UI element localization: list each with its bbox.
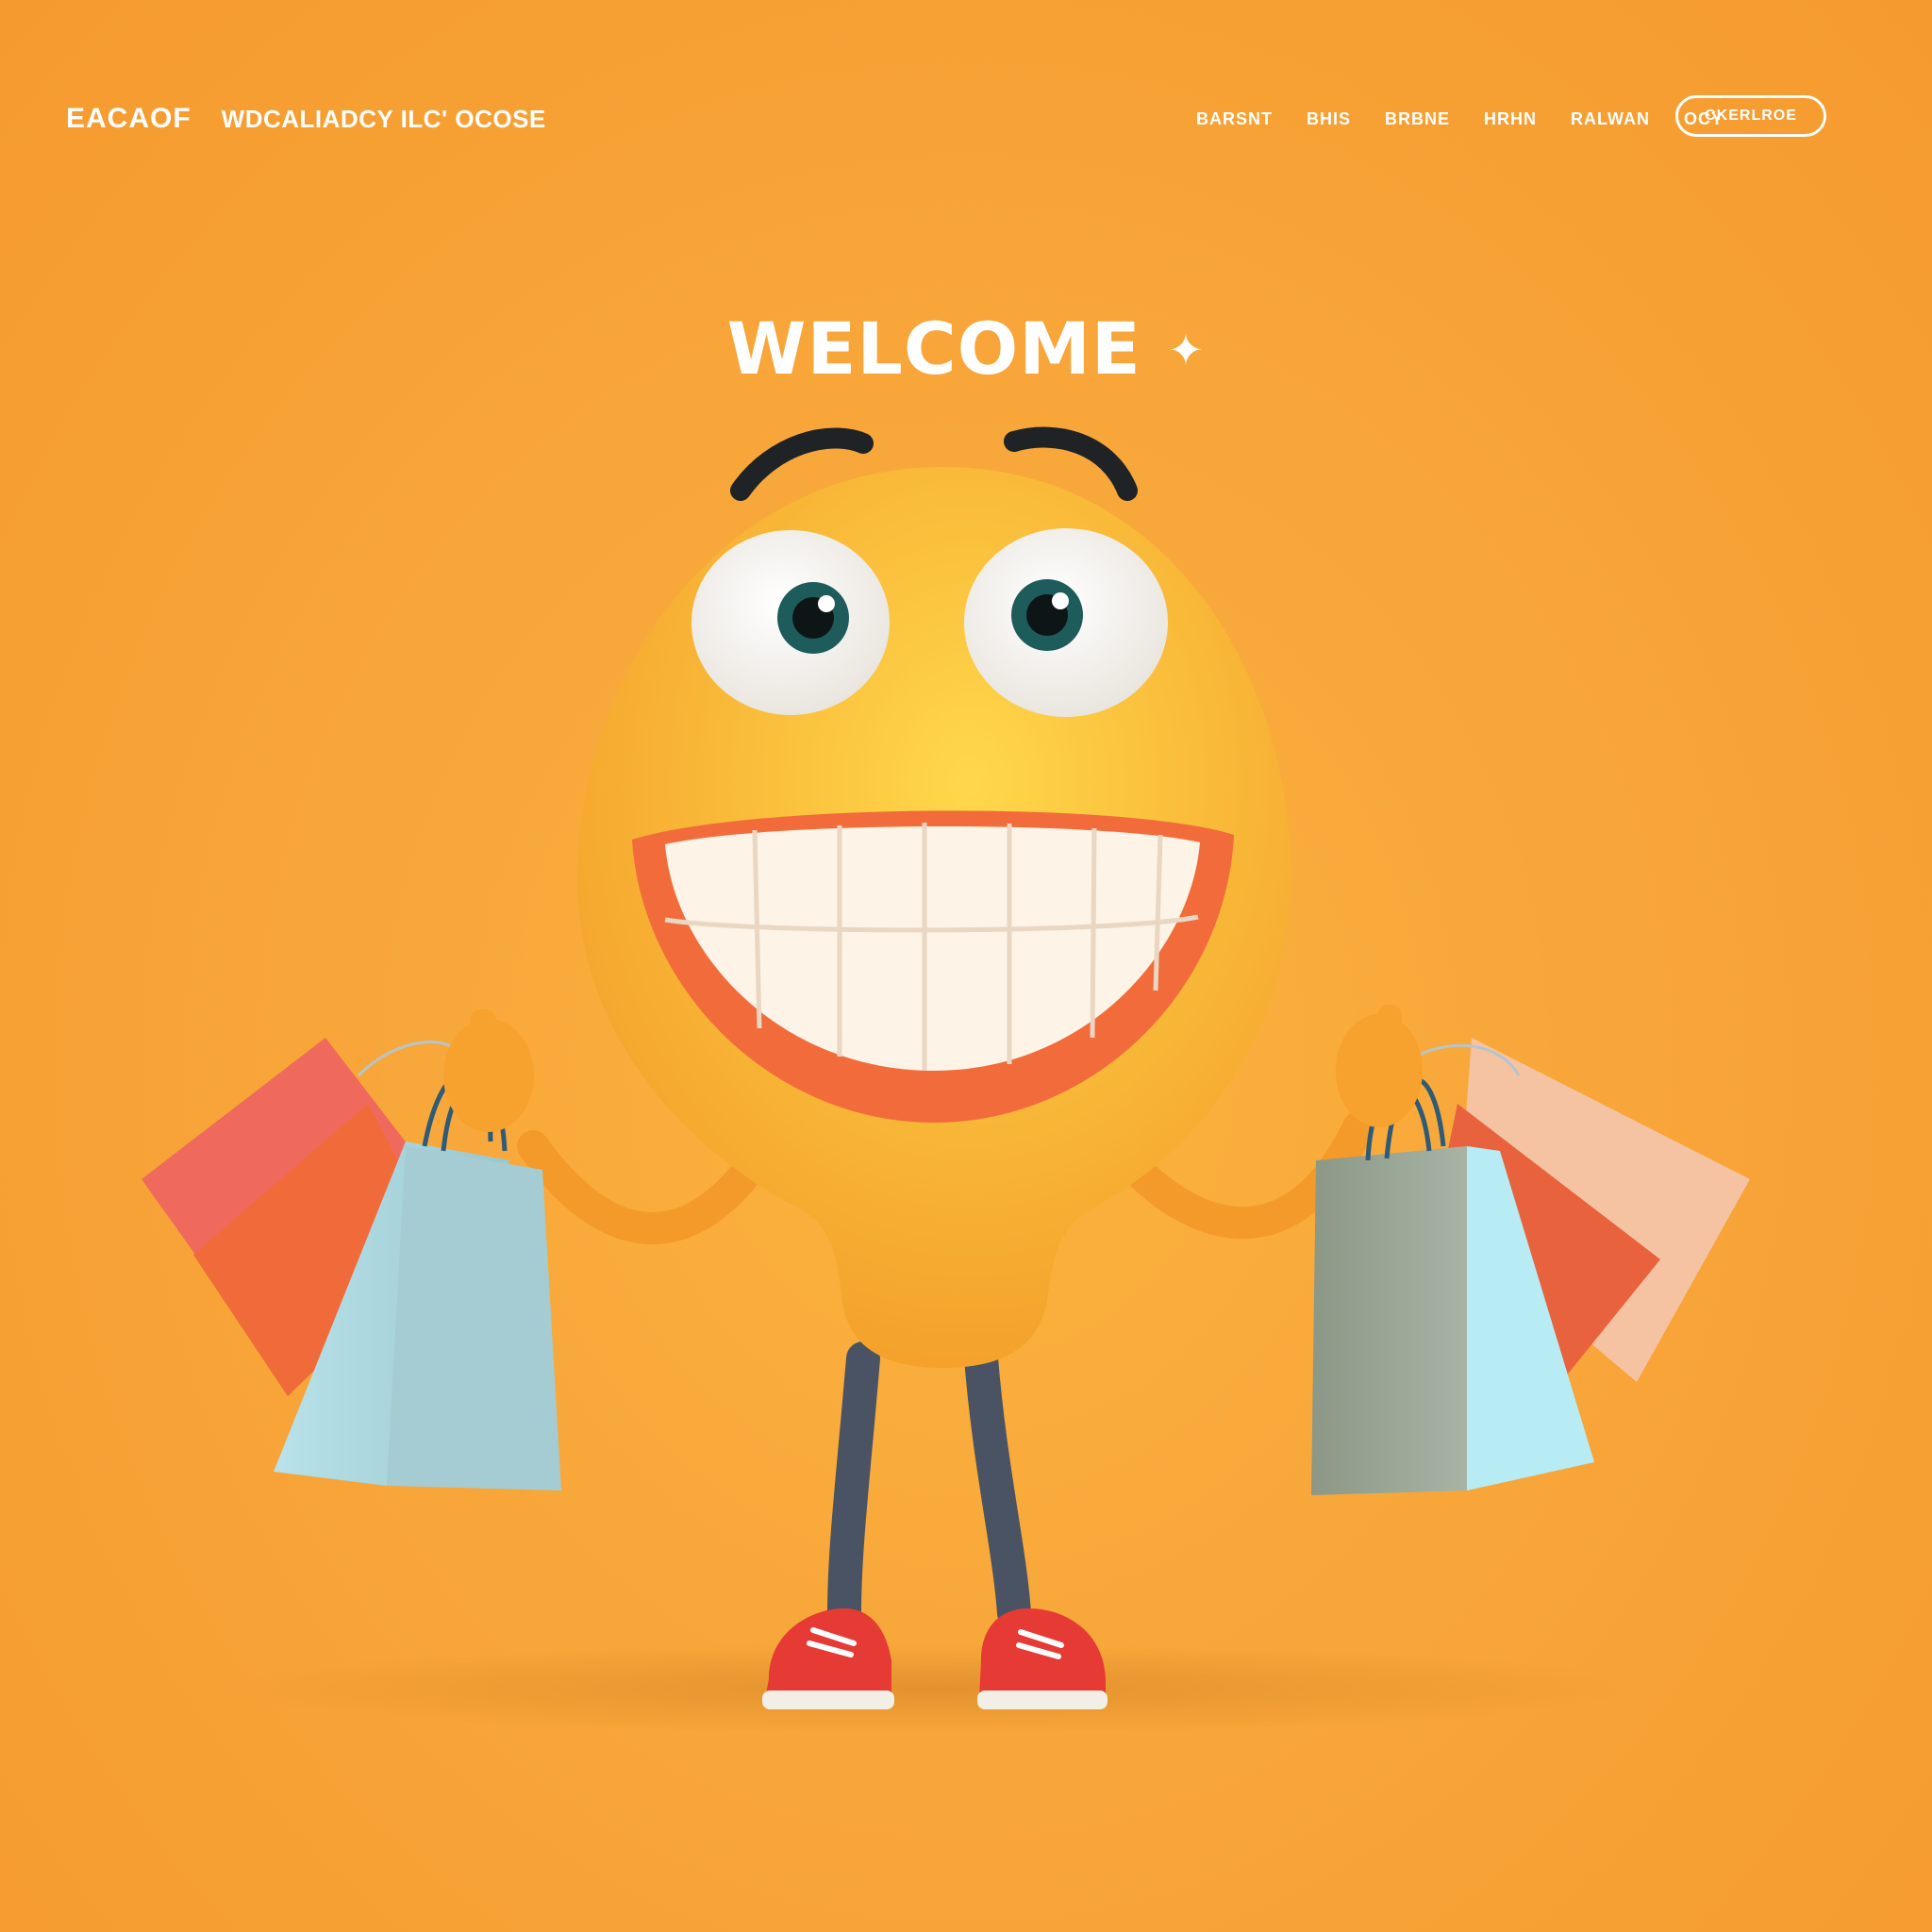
right-eye (964, 528, 1168, 717)
landing-page: EACAOF WDCALIADCY ILC' OCOSE BARSNT BHIS… (0, 0, 1932, 1932)
smiling-shopper-mascot-illustration (142, 426, 1750, 1734)
left-shoe (762, 1608, 894, 1709)
right-leg (964, 1341, 1031, 1630)
right-hand (1336, 1005, 1423, 1127)
right-shoe (977, 1608, 1108, 1709)
left-arm (517, 1130, 761, 1245)
left-hand (443, 1009, 534, 1132)
left-eye (691, 530, 890, 715)
ground-shadow (217, 1643, 1651, 1734)
left-leg (827, 1341, 880, 1630)
